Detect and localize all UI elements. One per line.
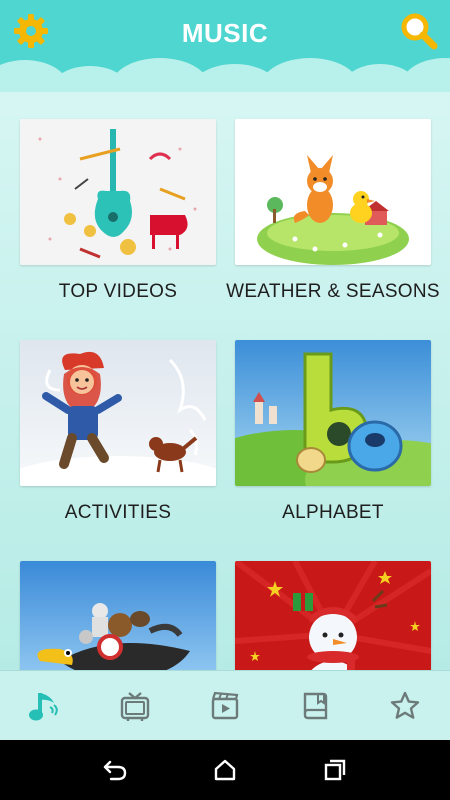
child-in-snow-image <box>20 340 216 486</box>
category-card-weather-seasons[interactable]: WEATHER & SEASONS <box>226 119 440 303</box>
system-home-button[interactable] <box>200 745 250 795</box>
app-header: MUSIC <box>0 0 450 92</box>
nav-tab-favorites[interactable] <box>375 676 435 736</box>
search-icon <box>401 13 438 50</box>
back-icon <box>103 760 127 781</box>
category-label: TOP VIDEOS <box>58 281 178 302</box>
category-grid: TOP VIDEOS WEATHER & SEASONS ACTIVITIES … <box>0 92 450 670</box>
animals-on-bird-image <box>20 561 216 670</box>
music-instruments-image <box>20 119 216 265</box>
fox-and-chick-image <box>235 119 431 265</box>
category-thumbnail <box>235 119 431 265</box>
category-label: ACTIVITIES <box>64 502 172 523</box>
video-clip-icon <box>211 691 239 719</box>
category-card-alphabet[interactable]: ALPHABET <box>235 340 431 524</box>
category-card-top-videos[interactable]: TOP VIDEOS <box>20 119 216 303</box>
star-icon <box>390 691 420 719</box>
category-thumbnail <box>20 561 216 670</box>
category-label: WEATHER & SEASONS <box>226 281 440 302</box>
category-thumbnail <box>235 561 431 670</box>
nav-tab-books[interactable] <box>285 676 345 736</box>
letters-b-e-image <box>235 340 431 486</box>
music-note-icon <box>29 692 58 720</box>
home-icon <box>214 759 236 781</box>
bottom-navigation <box>0 670 450 740</box>
category-thumbnail <box>20 119 216 265</box>
snowman-image <box>235 561 431 670</box>
search-button[interactable] <box>397 9 441 53</box>
nav-tab-tv[interactable] <box>105 676 165 736</box>
category-thumbnail <box>235 340 431 486</box>
nav-tab-videos[interactable] <box>195 676 255 736</box>
category-card-6[interactable] <box>235 561 431 670</box>
system-navigation-bar <box>0 740 450 800</box>
category-thumbnail <box>20 340 216 486</box>
book-icon <box>303 692 328 719</box>
system-back-button[interactable] <box>90 745 140 795</box>
header-cloud <box>400 58 450 92</box>
page-title: MUSIC <box>181 18 269 48</box>
nav-tab-music[interactable] <box>15 676 75 736</box>
category-card-5[interactable] <box>20 561 216 670</box>
recents-icon <box>324 759 346 781</box>
tv-icon <box>120 691 150 721</box>
category-card-activities[interactable]: ACTIVITIES <box>20 340 216 524</box>
category-label: ALPHABET <box>282 502 384 523</box>
system-recents-button[interactable] <box>310 745 360 795</box>
